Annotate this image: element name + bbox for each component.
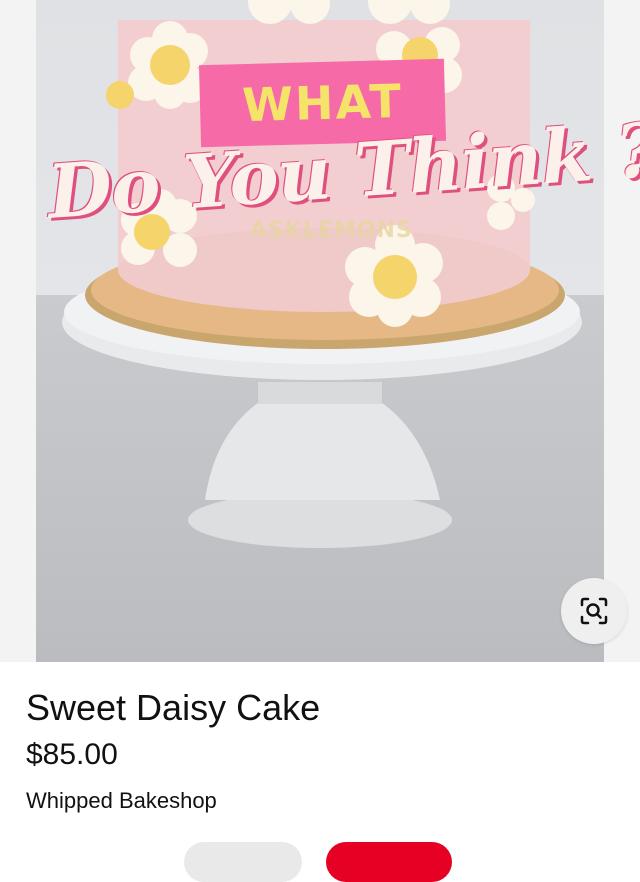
visit-button[interactable]	[184, 842, 302, 882]
pin-image[interactable]: WHAT Do You Think ? ASKLEMONS	[0, 0, 640, 662]
visual-search-icon	[580, 597, 608, 625]
product-price: $85.00	[26, 738, 118, 771]
save-button[interactable]	[326, 842, 452, 882]
watermark-text: ASKLEMONS	[250, 218, 413, 243]
product-title: Sweet Daisy Cake	[26, 687, 321, 728]
visual-search-button[interactable]	[561, 578, 627, 644]
seller-name[interactable]: Whipped Bakeshop	[26, 788, 217, 814]
overlay-word: WHAT	[241, 73, 404, 133]
